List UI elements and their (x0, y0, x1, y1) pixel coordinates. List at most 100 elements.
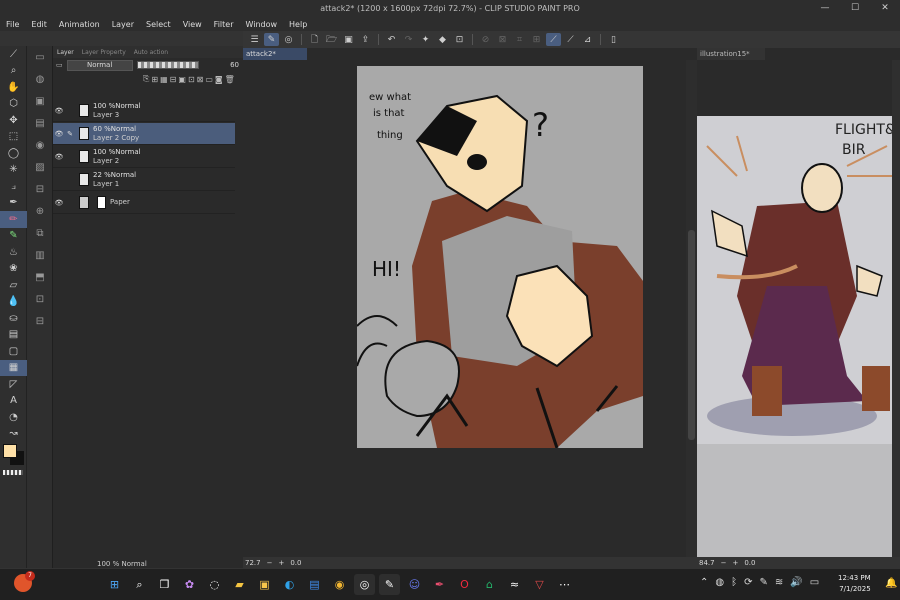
sync-icon[interactable]: ⟳ (744, 577, 752, 588)
new-raster-icon[interactable]: ⊡ (188, 75, 195, 84)
menu-edit[interactable]: Edit (25, 20, 53, 29)
redo-icon[interactable]: ↷ (401, 33, 416, 46)
zoom-in-icon[interactable]: + (278, 559, 284, 567)
eye-icon[interactable]: 👁 (53, 107, 65, 115)
eye-icon[interactable]: 👁 (53, 153, 65, 161)
layer-row-paper[interactable]: 👁 Paper (53, 192, 235, 214)
menu-animation[interactable]: Animation (53, 20, 106, 29)
merge-layer-icon[interactable]: ⬒ (27, 266, 53, 288)
clip-studio-icon[interactable]: ◎ (281, 33, 296, 46)
stack-layer-icon[interactable]: ⧉ (27, 222, 53, 244)
ref-zoom-in-icon[interactable]: + (732, 559, 738, 567)
battery-icon[interactable]: ▭ (810, 577, 819, 588)
tab-layer-property[interactable]: Layer Property (78, 49, 130, 56)
snap-ruler-icon[interactable]: ⟋ (546, 33, 561, 46)
copilot-icon[interactable]: ✿ (179, 574, 200, 595)
selection-icon[interactable]: ⬚ (0, 129, 27, 146)
crop-icon[interactable]: ⌗ (512, 33, 527, 46)
menu-window[interactable]: Window (239, 20, 283, 29)
adjust-icon[interactable]: ⊕ (27, 200, 53, 222)
menu-icon[interactable]: ☰ (247, 33, 262, 46)
clip-studio-paint-icon[interactable]: ✎ (379, 574, 400, 595)
reference-rotation[interactable]: 0.0 (744, 559, 755, 567)
export-layer-icon[interactable]: ⊟ (27, 310, 53, 332)
pen-icon[interactable]: ✒ (0, 195, 27, 212)
main-color-swatch[interactable] (3, 444, 17, 458)
blend-icon[interactable]: 💧 (0, 294, 27, 311)
ibis-paint-icon[interactable]: ✒ (429, 574, 450, 595)
new-file-icon[interactable]: 🗋 (307, 33, 322, 46)
lock-icon[interactable]: ⊟ (170, 75, 177, 84)
transform-icon[interactable]: ⊡ (452, 33, 467, 46)
new-folder-icon[interactable]: ▭ (205, 75, 213, 84)
menu-filter[interactable]: Filter (208, 20, 240, 29)
minimize-button[interactable]: — (810, 0, 840, 17)
layer-row[interactable]: 👁 100 %Normal Layer 2 (53, 146, 235, 168)
opacity-slider[interactable] (136, 61, 199, 69)
edge-icon[interactable]: ◐ (279, 574, 300, 595)
deselect-icon[interactable]: ⊘ (478, 33, 493, 46)
tray-app-icon[interactable]: ◍ (715, 577, 724, 588)
panel-menu-icon[interactable]: ▭ (27, 46, 53, 68)
discord-alt-icon[interactable]: ◌ (204, 574, 225, 595)
store-icon[interactable]: ▣ (254, 574, 275, 595)
companion-icon[interactable]: ▯ (606, 33, 621, 46)
delete-layer-icon[interactable]: 🗑 (225, 75, 235, 84)
palette-color-icon[interactable]: ◍ (27, 68, 53, 90)
transparent-color-icon[interactable] (3, 470, 23, 475)
tab-illustration15[interactable]: illustration15* (697, 48, 765, 60)
tab-attack2[interactable]: attack2* (243, 48, 307, 60)
pen-tray-icon[interactable]: ✎ (760, 577, 768, 588)
fill-tool-icon[interactable]: ⛀ (0, 310, 27, 327)
brush-size-icon[interactable]: ⟋ (0, 46, 27, 63)
ref-zoom-out-icon[interactable]: − (721, 559, 727, 567)
hand-icon[interactable]: ✋ (0, 79, 27, 96)
layer-row[interactable]: 👁 100 %Normal Layer 3 (53, 100, 235, 122)
selection-grid-icon[interactable]: ⊞ (529, 33, 544, 46)
discord-icon[interactable]: ☺ (404, 574, 425, 595)
lasso-icon[interactable]: ◯ (0, 145, 27, 162)
gradient-icon[interactable]: ▤ (0, 327, 27, 344)
new-vector-icon[interactable]: ⊠ (197, 75, 204, 84)
layer-row-selected[interactable]: 👁 ✎ 60 %Normal Layer 2 Copy (53, 123, 235, 145)
menu-help[interactable]: Help (283, 20, 313, 29)
clip-studio-icon[interactable]: ◎ (354, 574, 375, 595)
layer-row[interactable]: 22 %Normal Layer 1 (53, 169, 235, 191)
convert-layer-icon[interactable]: ▥ (27, 244, 53, 266)
notification-bell-icon[interactable]: 🔔 (885, 578, 897, 589)
clock[interactable]: 12:43 PM 7/1/2025 (838, 573, 871, 595)
mask-icon[interactable]: ▨ (27, 156, 53, 178)
airbrush-icon[interactable]: ♨ (0, 244, 27, 261)
eye-icon[interactable]: 👁 (53, 130, 65, 138)
volume-icon[interactable]: 🔊 (790, 577, 802, 588)
snap-grid-icon[interactable]: ⊿ (580, 33, 595, 46)
layer-lock-icon[interactable]: ▭ (56, 61, 63, 69)
export-icon[interactable]: ⇪ (358, 33, 373, 46)
unknown-app-icon[interactable]: ≈ (504, 574, 525, 595)
launcher-icon[interactable]: ⌂ (479, 574, 500, 595)
import-icon[interactable]: ⊡ (27, 288, 53, 310)
zoom-icon[interactable]: ⌕ (0, 63, 27, 80)
reference-image[interactable]: FLIGHT& BIR (697, 116, 892, 444)
undo-icon[interactable]: ↶ (384, 33, 399, 46)
canvas[interactable]: ew what is that thing ? HI! (357, 66, 643, 448)
eyedropper-icon[interactable]: ⟓ (0, 178, 27, 195)
snap-special-ruler-icon[interactable]: ⟋ (563, 33, 578, 46)
clip-icon[interactable]: ⎘ (143, 74, 149, 84)
zoom-out-icon[interactable]: − (267, 559, 273, 567)
chrome-icon[interactable]: ◉ (329, 574, 350, 595)
operation-icon[interactable]: ⬡ (0, 96, 27, 113)
maximize-button[interactable]: ☐ (840, 0, 870, 17)
canvas-vertical-scrollbar[interactable] (686, 60, 697, 560)
opera-icon[interactable]: O (454, 574, 475, 595)
frame-icon[interactable]: ▦ (0, 359, 27, 376)
move-layer-icon[interactable]: ✥ (0, 112, 27, 129)
wifi-icon[interactable]: ≋ (775, 577, 783, 588)
auto-select-icon[interactable]: ✳ (0, 162, 27, 179)
brush-icon[interactable]: ✎ (0, 228, 27, 245)
menu-select[interactable]: Select (140, 20, 177, 29)
close-button[interactable]: ✕ (870, 0, 900, 17)
ref-icon[interactable]: ⊞ (151, 75, 158, 84)
lock-transparent-icon[interactable]: ▦ (160, 75, 168, 84)
menu-view[interactable]: View (177, 20, 208, 29)
